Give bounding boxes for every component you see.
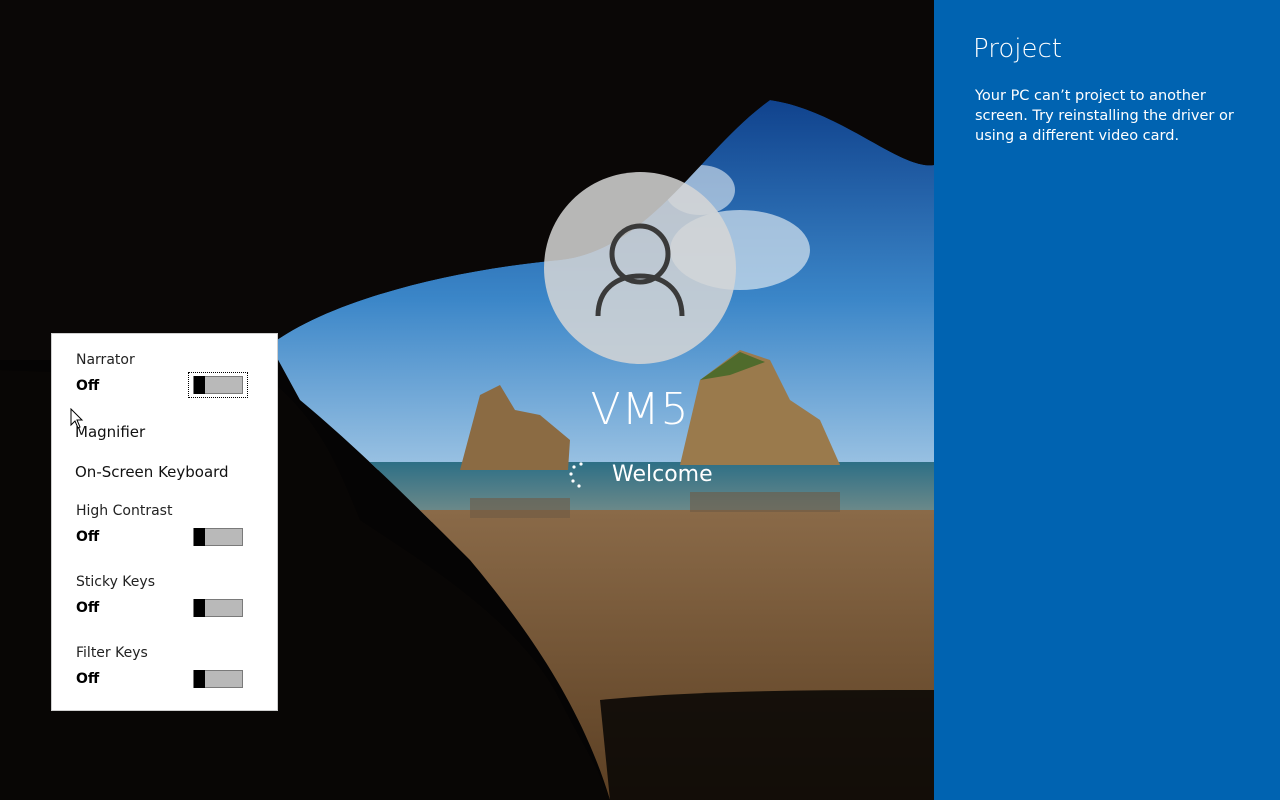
sticky-keys-toggle[interactable] xyxy=(193,599,243,617)
on-screen-keyboard-link[interactable]: On-Screen Keyboard xyxy=(75,463,229,481)
project-message: Your PC can’t project to another screen.… xyxy=(975,88,1234,144)
narrator-state: Off xyxy=(76,378,100,394)
toggle-knob xyxy=(194,670,205,688)
project-title: Project xyxy=(973,34,1062,64)
high-contrast-label: High Contrast xyxy=(76,503,173,519)
mouse-pointer-icon xyxy=(70,408,84,429)
project-panel: Project Your PC can’t project to another… xyxy=(934,0,1280,800)
user-avatar xyxy=(544,172,736,364)
high-contrast-state: Off xyxy=(76,529,100,545)
toggle-knob xyxy=(194,528,205,546)
filter-keys-label: Filter Keys xyxy=(76,645,148,661)
user-silhouette-icon xyxy=(595,223,685,317)
sticky-keys-state: Off xyxy=(76,600,100,616)
sign-in-status: Welcome xyxy=(560,460,760,492)
user-name: VM5 xyxy=(590,384,690,435)
sticky-keys-label: Sticky Keys xyxy=(76,574,155,590)
high-contrast-toggle[interactable] xyxy=(193,528,243,546)
narrator-label: Narrator xyxy=(76,352,135,368)
loading-spinner-icon xyxy=(569,462,583,488)
filter-keys-toggle[interactable] xyxy=(193,670,243,688)
welcome-text: Welcome xyxy=(612,462,713,487)
narrator-toggle[interactable] xyxy=(193,376,243,394)
toggle-knob xyxy=(194,376,205,394)
toggle-knob xyxy=(194,599,205,617)
magnifier-link[interactable]: Magnifier xyxy=(75,423,145,441)
ease-of-access-flyout: Narrator Off Magnifier On-Screen Keyboar… xyxy=(52,334,277,710)
filter-keys-state: Off xyxy=(76,671,100,687)
